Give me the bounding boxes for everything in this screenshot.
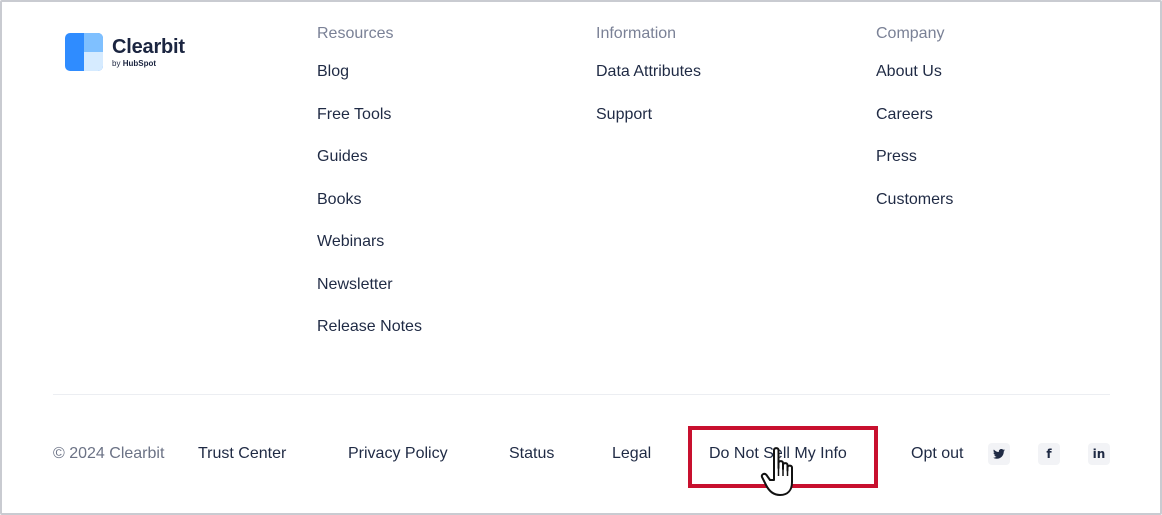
column-heading: Information [596, 25, 677, 42]
column-heading: Company [876, 25, 945, 42]
copyright-text: © 2024 Clearbit [53, 445, 165, 462]
footer-link-data-attributes[interactable]: Data Attributes [596, 63, 701, 80]
facebook-icon[interactable]: f [1038, 443, 1060, 465]
footer-link-books[interactable]: Books [317, 191, 361, 208]
clearbit-logo-link[interactable]: Clearbit by HubSpot [65, 33, 185, 71]
footer-link-about-us[interactable]: About Us [876, 63, 942, 80]
footer-column-information: Information Data Attributes Support [596, 24, 701, 147]
brand-byline: by HubSpot [112, 58, 157, 68]
privacy-policy-link[interactable]: Privacy Policy [348, 445, 448, 462]
window-frame [0, 0, 1162, 515]
footer-link-careers[interactable]: Careers [876, 106, 933, 123]
footer-link-customers[interactable]: Customers [876, 191, 953, 208]
footer-link-newsletter[interactable]: Newsletter [317, 276, 393, 293]
hand-pointer-cursor-icon [760, 447, 793, 496]
footer-link-guides[interactable]: Guides [317, 148, 368, 165]
trust-center-link[interactable]: Trust Center [198, 445, 286, 462]
clearbit-logo-icon [65, 33, 103, 71]
brand-name: Clearbit [112, 35, 185, 58]
footer-link-blog[interactable]: Blog [317, 63, 349, 80]
column-heading: Resources [317, 25, 394, 42]
footer-link-support[interactable]: Support [596, 106, 652, 123]
footer-column-resources: Resources Blog Free Tools Guides Books W… [317, 24, 422, 360]
footer-link-webinars[interactable]: Webinars [317, 233, 384, 250]
linkedin-icon[interactable]: in [1088, 443, 1110, 465]
footer-column-company: Company About Us Careers Press Customers [876, 24, 953, 232]
footer-divider [53, 394, 1110, 395]
twitter-icon[interactable] [988, 443, 1010, 465]
legal-link[interactable]: Legal [612, 445, 651, 462]
opt-out-link[interactable]: Opt out [911, 445, 963, 462]
footer-link-release-notes[interactable]: Release Notes [317, 318, 422, 335]
footer-link-free-tools[interactable]: Free Tools [317, 106, 391, 123]
status-link[interactable]: Status [509, 445, 554, 462]
footer-link-press[interactable]: Press [876, 148, 917, 165]
